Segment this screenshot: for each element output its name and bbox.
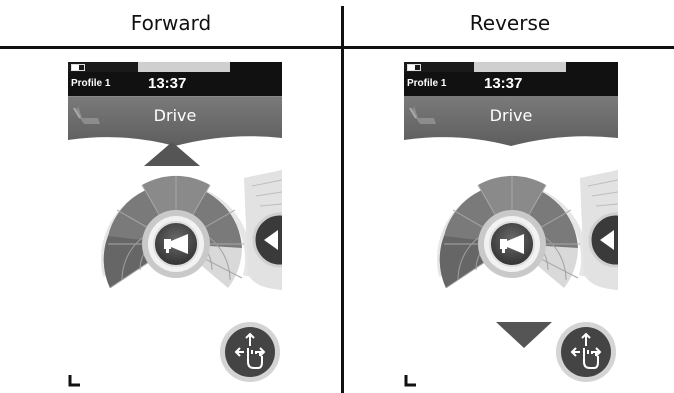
touch-move-button[interactable] bbox=[554, 320, 618, 384]
speed-dial[interactable] bbox=[432, 166, 592, 316]
profile-label: Profile 1 bbox=[71, 78, 111, 89]
battery-icon bbox=[407, 64, 421, 71]
column-header-forward: Forward bbox=[130, 11, 212, 35]
header-divider bbox=[0, 46, 674, 49]
column-divider bbox=[341, 6, 344, 393]
screen-forward: Profile 1 13:37 Drive bbox=[68, 62, 282, 387]
clock: 13:37 bbox=[484, 75, 523, 92]
arrow-down-icon bbox=[496, 322, 552, 348]
mode-label: Drive bbox=[153, 106, 197, 125]
speed-dial[interactable] bbox=[96, 166, 256, 316]
battery-gauge bbox=[138, 62, 236, 72]
column-header-reverse: Reverse bbox=[469, 11, 551, 35]
status-line bbox=[68, 62, 282, 72]
arrow-up-icon bbox=[144, 142, 200, 166]
seat-icon bbox=[73, 106, 100, 124]
clock: 13:37 bbox=[148, 75, 187, 92]
corner-marker bbox=[68, 375, 80, 387]
battery-gauge bbox=[474, 62, 572, 72]
profile-label: Profile 1 bbox=[407, 78, 447, 89]
seat-icon bbox=[409, 106, 436, 124]
secondary-dial[interactable] bbox=[570, 170, 618, 290]
status-line bbox=[404, 62, 618, 72]
screen-reverse: Profile 1 13:37 Drive bbox=[404, 62, 618, 387]
battery-icon bbox=[71, 64, 85, 71]
secondary-dial[interactable] bbox=[234, 170, 282, 290]
corner-marker bbox=[404, 375, 416, 387]
mode-label: Drive bbox=[489, 106, 533, 125]
touch-move-button[interactable] bbox=[218, 320, 282, 384]
